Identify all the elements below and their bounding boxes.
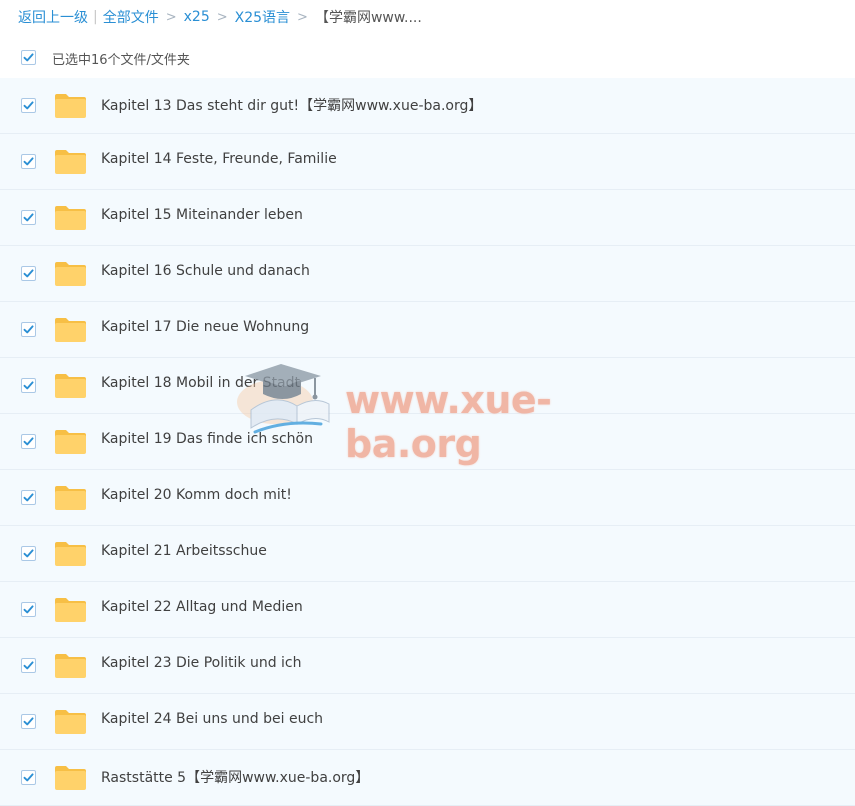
file-row[interactable]: Kapitel 19 Das finde ich schön: [0, 414, 855, 470]
check-icon: [23, 213, 34, 222]
breadcrumb-all-files[interactable]: 全部文件: [103, 7, 159, 27]
file-name[interactable]: Kapitel 14 Feste, Freunde, Familie: [101, 151, 337, 167]
check-icon: [23, 549, 34, 558]
row-checkbox[interactable]: [21, 266, 36, 281]
row-checkbox[interactable]: [21, 322, 36, 337]
file-name[interactable]: Kapitel 21 Arbeitsschue: [101, 543, 267, 559]
folder-icon: [55, 598, 86, 622]
selection-count-label: 已选中16个文件/文件夹: [52, 53, 190, 68]
breadcrumb: 返回上一级 | 全部文件 > x25 > X25语言 > 【学霸网www....: [18, 6, 422, 28]
file-name[interactable]: Kapitel 13 Das steht dir gut!【学霸网www.xue…: [101, 95, 482, 115]
file-row[interactable]: Kapitel 15 Miteinander leben: [0, 190, 855, 246]
folder-icon: [55, 766, 86, 790]
row-checkbox[interactable]: [21, 154, 36, 169]
file-row[interactable]: Kapitel 17 Die neue Wohnung: [0, 302, 855, 358]
file-row[interactable]: Kapitel 14 Feste, Freunde, Familie: [0, 134, 855, 190]
select-all-checkbox[interactable]: [21, 50, 36, 65]
folder-icon: [55, 374, 86, 398]
check-icon: [23, 605, 34, 614]
row-checkbox[interactable]: [21, 770, 36, 785]
folder-icon: [55, 430, 86, 454]
check-icon: [23, 437, 34, 446]
breadcrumb-x25-language[interactable]: X25语言: [235, 7, 290, 27]
folder-icon: [55, 94, 86, 118]
check-icon: [23, 773, 34, 782]
file-name[interactable]: Raststätte 5【学霸网www.xue-ba.org】: [101, 767, 369, 787]
folder-icon: [55, 318, 86, 342]
file-row[interactable]: Kapitel 22 Alltag und Medien: [0, 582, 855, 638]
breadcrumb-separator-icon: >: [216, 9, 228, 25]
file-name[interactable]: Kapitel 24 Bei uns und bei euch: [101, 711, 323, 727]
file-name[interactable]: Kapitel 17 Die neue Wohnung: [101, 319, 309, 335]
breadcrumb-separator-icon: >: [165, 9, 177, 25]
file-name[interactable]: Kapitel 16 Schule und danach: [101, 263, 310, 279]
file-name[interactable]: Kapitel 20 Komm doch mit!: [101, 487, 292, 503]
folder-icon: [55, 206, 86, 230]
row-checkbox[interactable]: [21, 546, 36, 561]
row-checkbox[interactable]: [21, 378, 36, 393]
back-link[interactable]: 返回上一级: [18, 7, 88, 27]
folder-icon: [55, 710, 86, 734]
file-name[interactable]: Kapitel 23 Die Politik und ich: [101, 655, 302, 671]
check-icon: [23, 493, 34, 502]
check-icon: [23, 269, 34, 278]
breadcrumb-current: 【学霸网www....: [314, 10, 422, 26]
row-checkbox[interactable]: [21, 602, 36, 617]
file-row[interactable]: Raststätte 5【学霸网www.xue-ba.org】: [0, 750, 855, 806]
row-checkbox[interactable]: [21, 658, 36, 673]
check-icon: [23, 157, 34, 166]
row-checkbox[interactable]: [21, 434, 36, 449]
folder-icon: [55, 262, 86, 286]
file-name[interactable]: Kapitel 15 Miteinander leben: [101, 207, 303, 223]
check-icon: [23, 53, 34, 62]
file-row[interactable]: Kapitel 18 Mobil in der Stadt: [0, 358, 855, 414]
folder-icon: [55, 654, 86, 678]
file-row[interactable]: Kapitel 21 Arbeitsschue: [0, 526, 855, 582]
row-checkbox[interactable]: [21, 490, 36, 505]
file-list: Kapitel 13 Das steht dir gut!【学霸网www.xue…: [0, 78, 855, 806]
breadcrumb-divider: |: [93, 9, 98, 25]
folder-icon: [55, 150, 86, 174]
folder-icon: [55, 542, 86, 566]
file-row[interactable]: Kapitel 16 Schule und danach: [0, 246, 855, 302]
check-icon: [23, 101, 34, 110]
selection-bar: 已选中16个文件/文件夹: [0, 40, 855, 76]
row-checkbox[interactable]: [21, 714, 36, 729]
file-name[interactable]: Kapitel 19 Das finde ich schön: [101, 431, 313, 447]
row-checkbox[interactable]: [21, 210, 36, 225]
file-name[interactable]: Kapitel 22 Alltag und Medien: [101, 599, 303, 615]
file-name[interactable]: Kapitel 18 Mobil in der Stadt: [101, 375, 300, 391]
file-row[interactable]: Kapitel 20 Komm doch mit!: [0, 470, 855, 526]
check-icon: [23, 325, 34, 334]
breadcrumb-separator-icon: >: [297, 9, 308, 25]
check-icon: [23, 661, 34, 670]
check-icon: [23, 381, 34, 390]
check-icon: [23, 717, 34, 726]
file-row[interactable]: Kapitel 23 Die Politik und ich: [0, 638, 855, 694]
row-checkbox[interactable]: [21, 98, 36, 113]
breadcrumb-x25[interactable]: x25: [184, 9, 210, 25]
folder-icon: [55, 486, 86, 510]
file-row[interactable]: Kapitel 13 Das steht dir gut!【学霸网www.xue…: [0, 78, 855, 134]
file-row[interactable]: Kapitel 24 Bei uns und bei euch: [0, 694, 855, 750]
